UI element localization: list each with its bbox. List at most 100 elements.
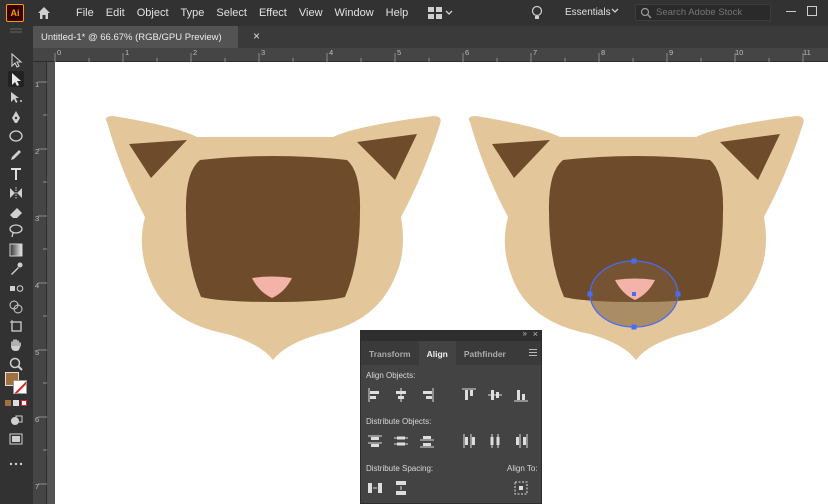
tools-panel — [0, 26, 33, 504]
ruler-label: 8 — [601, 48, 606, 57]
menu-effect[interactable]: Effect — [253, 7, 293, 19]
lightbulb-icon[interactable] — [531, 5, 543, 21]
panel-grip-icon — [10, 28, 22, 33]
anchor-point[interactable] — [675, 291, 681, 297]
distribute-objects-label: Distribute Objects: — [366, 417, 432, 426]
menu-window[interactable]: Window — [329, 7, 380, 19]
panel-header[interactable]: » × — [361, 329, 541, 341]
tab-align[interactable]: Align — [418, 341, 456, 365]
app-logo: Ai — [6, 4, 24, 22]
ruler-label: 5 — [35, 348, 40, 357]
cat-face-left[interactable] — [105, 116, 441, 360]
distribute-bottom-icon[interactable] — [419, 433, 435, 449]
gradient-tool-icon[interactable] — [8, 242, 24, 258]
distribute-vertical-space-icon[interactable] — [367, 480, 383, 496]
no-stroke-icon — [14, 381, 26, 393]
document-tab-bar: Untitled-1* @ 66.67% (RGB/GPU Preview) × — [33, 26, 828, 48]
distribute-left-icon[interactable] — [461, 433, 477, 449]
screen-mode-icon[interactable] — [8, 431, 24, 447]
ruler-label: 4 — [35, 281, 40, 290]
eraser-tool-icon[interactable] — [8, 204, 24, 220]
collapse-icon[interactable]: » — [523, 329, 527, 338]
close-icon[interactable]: × — [253, 29, 260, 43]
artboard-tool-icon[interactable] — [8, 318, 24, 334]
menu-bar: Ai File Edit Object Type Select Effect V… — [0, 0, 828, 26]
shape-builder-tool-icon[interactable] — [8, 299, 24, 315]
anchor-point[interactable] — [631, 258, 637, 264]
anchor-point[interactable] — [587, 291, 593, 297]
arrange-documents-button[interactable] — [428, 7, 453, 19]
vertical-ruler[interactable]: 1 2 3 4 5 6 7 — [33, 62, 47, 504]
workspace-switcher[interactable]: Essentials — [565, 7, 611, 18]
document-tab-title: Untitled-1* @ 66.67% (RGB/GPU Preview) — [41, 31, 222, 43]
gradient-mode-icon[interactable] — [13, 400, 19, 406]
document-tab[interactable]: Untitled-1* @ 66.67% (RGB/GPU Preview) × — [33, 26, 260, 48]
search-icon — [640, 7, 652, 18]
search-input[interactable] — [656, 7, 766, 18]
hand-tool-icon[interactable] — [8, 337, 24, 353]
align-horizontal-center-icon[interactable] — [393, 387, 409, 403]
distribute-horizontal-space-icon[interactable] — [393, 480, 409, 496]
distribute-horizontal-center-icon[interactable] — [487, 433, 503, 449]
color-mode-icon[interactable] — [5, 400, 11, 406]
ruler-label: 9 — [669, 48, 674, 57]
menu-object[interactable]: Object — [131, 7, 175, 19]
panel-menu-icon[interactable] — [529, 349, 537, 358]
direct-selection-tool-icon[interactable] — [8, 71, 24, 87]
align-vertical-center-icon[interactable] — [487, 387, 503, 403]
tab-transform[interactable]: Transform — [361, 341, 419, 365]
align-right-icon[interactable] — [419, 387, 435, 403]
center-point — [632, 292, 636, 296]
chevron-down-icon[interactable] — [611, 8, 619, 14]
blend-tool-icon[interactable] — [8, 280, 24, 296]
draw-mode-icon[interactable] — [8, 413, 24, 429]
close-icon[interactable]: × — [533, 329, 538, 339]
pen-tool-icon[interactable] — [8, 109, 24, 125]
lasso-tool-icon[interactable] — [8, 223, 24, 239]
align-top-icon[interactable] — [461, 387, 477, 403]
eyedropper-tool-icon[interactable] — [8, 261, 24, 277]
ruler-label: 5 — [397, 48, 402, 57]
color-mode-buttons[interactable] — [5, 400, 27, 406]
home-icon[interactable] — [36, 5, 52, 21]
horizontal-ruler[interactable]: 0 1 2 3 4 5 6 7 8 9 10 11 — [33, 48, 828, 62]
ruler-label: 3 — [261, 48, 266, 57]
tab-pathfinder[interactable]: Pathfinder — [456, 341, 514, 365]
menu-view[interactable]: View — [293, 7, 329, 19]
ruler-label: 7 — [35, 482, 40, 491]
zoom-tool-icon[interactable] — [8, 356, 24, 372]
none-mode-icon[interactable] — [21, 400, 27, 406]
align-bottom-icon[interactable] — [513, 387, 529, 403]
ruler-ticks — [54, 53, 804, 62]
menu-select[interactable]: Select — [210, 7, 253, 19]
minimize-icon[interactable] — [786, 11, 796, 12]
menu-type[interactable]: Type — [175, 7, 211, 19]
panel-tabs: Transform Align Pathfinder — [361, 341, 541, 365]
stock-search[interactable] — [635, 4, 771, 21]
align-to-selection-icon[interactable] — [513, 480, 529, 496]
ruler-label: 6 — [35, 415, 40, 424]
distribute-top-icon[interactable] — [367, 433, 383, 449]
distribute-right-icon[interactable] — [513, 433, 529, 449]
ellipse-tool-icon[interactable] — [8, 128, 24, 144]
stroke-swatch[interactable] — [13, 380, 27, 394]
anchor-point[interactable] — [631, 324, 637, 330]
selection-tool-icon[interactable] — [8, 52, 24, 68]
ruler-label: 7 — [533, 48, 538, 57]
reflect-tool-icon[interactable] — [8, 185, 24, 201]
type-tool-icon[interactable] — [8, 166, 24, 182]
menu-file[interactable]: File — [70, 7, 100, 19]
edit-toolbar-icon[interactable] — [8, 456, 24, 472]
cat-face-right[interactable] — [468, 116, 804, 360]
ruler-label: 6 — [465, 48, 470, 57]
menu-help[interactable]: Help — [380, 7, 415, 19]
group-selection-tool-icon[interactable] — [8, 90, 24, 106]
align-left-icon[interactable] — [367, 387, 383, 403]
ruler-label: 2 — [35, 147, 40, 156]
distribute-spacing-label: Distribute Spacing: — [366, 464, 434, 473]
maximize-icon[interactable] — [807, 6, 817, 16]
distribute-vertical-center-icon[interactable] — [393, 433, 409, 449]
menu-edit[interactable]: Edit — [100, 7, 131, 19]
ruler-label: 10 — [735, 48, 744, 57]
pencil-tool-icon[interactable] — [8, 147, 24, 163]
